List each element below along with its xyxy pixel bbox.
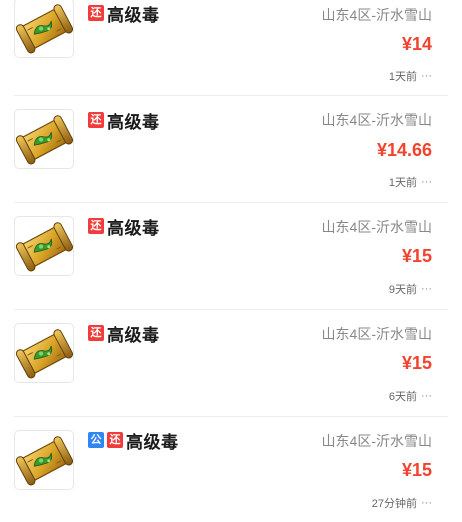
- price: ¥15: [401, 246, 432, 266]
- posted-time: 6天前: [388, 391, 417, 403]
- public-tag: 公: [88, 432, 104, 448]
- return-tag: 还: [88, 112, 104, 128]
- listing-item[interactable]: 还 高级毒 山东4区-沂水雪山 ¥14.66 1天前 ···: [0, 106, 462, 212]
- listing-meta: 1天前 ···: [389, 68, 432, 84]
- more-icon[interactable]: ···: [421, 390, 432, 402]
- listing-title-row: 还 高级毒: [88, 2, 160, 25]
- listing-title: 高级毒: [126, 432, 179, 452]
- posted-time: 9天前: [388, 284, 417, 296]
- return-tag: 还: [88, 325, 104, 341]
- listing-meta: 9天前 ···: [389, 281, 432, 297]
- listing-title: 高级毒: [107, 325, 160, 345]
- listing-title-row: 公 还 高级毒: [88, 429, 179, 452]
- divider: [14, 95, 448, 96]
- more-icon[interactable]: ···: [421, 176, 432, 188]
- price: ¥15: [401, 353, 432, 373]
- server-label: 山东4区-沂水雪山: [321, 112, 432, 128]
- more-icon[interactable]: ···: [421, 283, 432, 295]
- poison-scroll-icon: [14, 430, 74, 490]
- server-label: 山东4区-沂水雪山: [321, 219, 432, 235]
- listing-item[interactable]: 公 还 高级毒 山东4区-沂水雪山 ¥15 27分钟前 ···: [0, 427, 462, 522]
- price: ¥14: [401, 34, 432, 54]
- divider: [14, 416, 448, 417]
- divider: [14, 202, 448, 203]
- listing-item[interactable]: 还 高级毒 山东4区-沂水雪山 ¥15 6天前 ···: [0, 320, 462, 426]
- price: ¥14.66: [376, 140, 432, 160]
- listing-title-row: 还 高级毒: [88, 109, 160, 132]
- return-tag: 还: [88, 218, 104, 234]
- posted-time: 1天前: [388, 177, 417, 189]
- posted-time: 1天前: [388, 71, 417, 83]
- server-label: 山东4区-沂水雪山: [321, 326, 432, 342]
- divider: [14, 309, 448, 310]
- posted-time: 27分钟前: [371, 498, 417, 510]
- listing-meta: 6天前 ···: [389, 388, 432, 404]
- more-icon[interactable]: ···: [421, 497, 432, 509]
- listing-item[interactable]: 还 高级毒 山东4区-沂水雪山 ¥15 9天前 ···: [0, 213, 462, 319]
- listing-title-row: 还 高级毒: [88, 215, 160, 238]
- listing-meta: 27分钟前 ···: [372, 495, 432, 511]
- listing-item[interactable]: 还 高级毒 山东4区-沂水雪山 ¥14 1天前 ···: [0, 0, 462, 106]
- poison-scroll-icon: [14, 323, 74, 383]
- listing-title-row: 还 高级毒: [88, 322, 160, 345]
- listing-meta: 1天前 ···: [389, 174, 432, 190]
- listing-title: 高级毒: [107, 112, 160, 132]
- server-label: 山东4区-沂水雪山: [321, 7, 432, 23]
- return-tag: 还: [88, 5, 104, 21]
- price: ¥15: [401, 460, 432, 480]
- listing-title: 高级毒: [107, 5, 160, 25]
- listing-title: 高级毒: [107, 218, 160, 238]
- poison-scroll-icon: [14, 109, 74, 169]
- server-label: 山东4区-沂水雪山: [321, 433, 432, 449]
- poison-scroll-icon: [14, 0, 74, 58]
- more-icon[interactable]: ···: [421, 70, 432, 82]
- poison-scroll-icon: [14, 216, 74, 276]
- return-tag: 还: [107, 432, 123, 448]
